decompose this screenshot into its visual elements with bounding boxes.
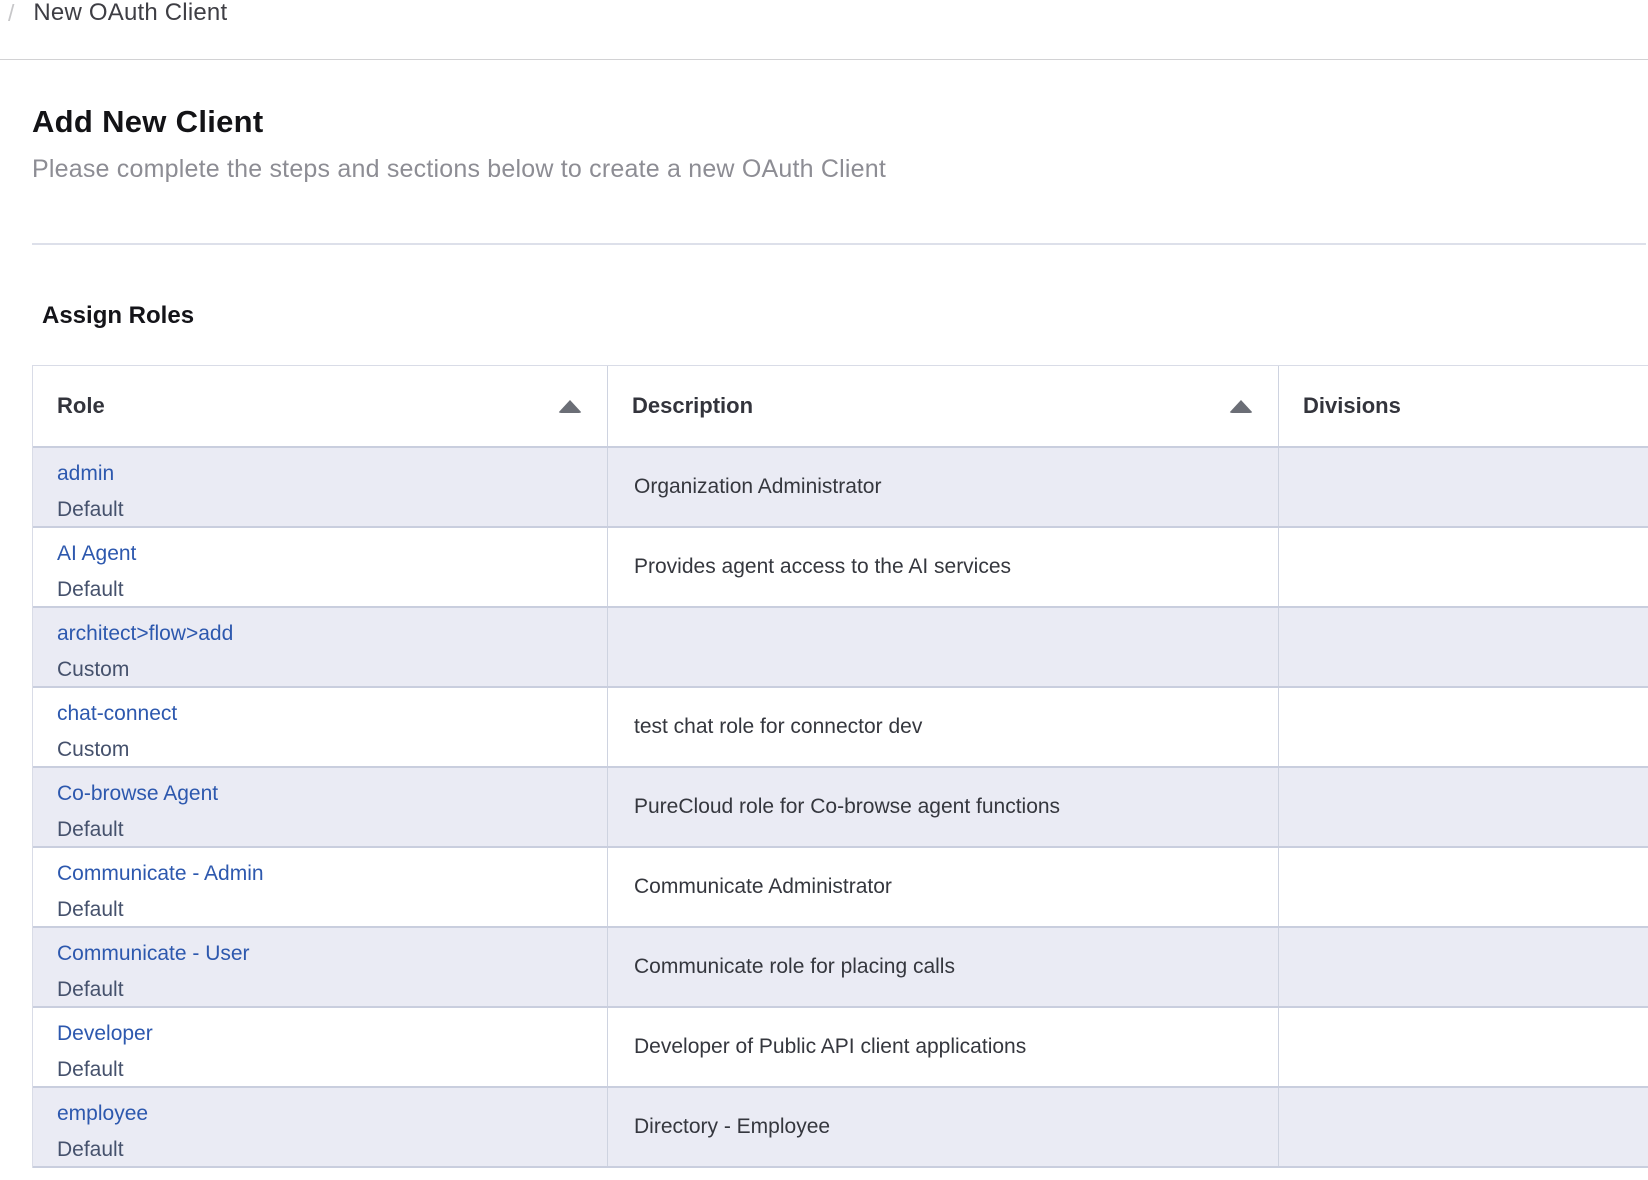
- column-header-role[interactable]: Role: [33, 366, 608, 446]
- column-header-divisions[interactable]: Divisions: [1279, 366, 1648, 446]
- role-description-cell: Organization Administrator: [608, 448, 1279, 526]
- role-table-row: Developer Default Developer of Public AP…: [33, 1008, 1648, 1088]
- role-name-link[interactable]: employee: [57, 1096, 148, 1132]
- new-oauth-client-page: / New OAuth Client Add New Client Please…: [0, 0, 1648, 1180]
- role-cell: AI Agent Default: [33, 528, 608, 606]
- assign-roles-section-title: Assign Roles: [42, 302, 194, 330]
- roles-table-header-row: Role Description Divisions: [33, 366, 1648, 448]
- role-table-row: employee Default Directory - Employee: [33, 1088, 1648, 1168]
- role-divisions-cell: [1279, 608, 1648, 686]
- role-table-row: AI Agent Default Provides agent access t…: [33, 528, 1648, 608]
- role-name-link[interactable]: Communicate - Admin: [57, 856, 264, 892]
- role-type-label: Custom: [57, 732, 583, 766]
- role-description-text: Communicate role for placing calls: [634, 955, 955, 979]
- role-cell: Communicate - Admin Default: [33, 848, 608, 926]
- role-type-label: Default: [57, 972, 583, 1006]
- role-description-text: Organization Administrator: [634, 475, 881, 499]
- role-divisions-cell: [1279, 768, 1648, 846]
- role-description-cell: Developer of Public API client applicati…: [608, 1008, 1279, 1086]
- role-table-row: Communicate - Admin Default Communicate …: [33, 848, 1648, 928]
- role-cell: chat-connect Custom: [33, 688, 608, 766]
- role-description-cell: Communicate role for placing calls: [608, 928, 1279, 1006]
- page-subtitle: Please complete the steps and sections b…: [32, 155, 886, 184]
- role-name-link[interactable]: admin: [57, 456, 114, 492]
- role-description-cell: Directory - Employee: [608, 1088, 1279, 1166]
- header-divider: [0, 59, 1648, 60]
- role-type-label: Default: [57, 492, 583, 526]
- role-description-text: Communicate Administrator: [634, 875, 892, 899]
- role-cell: Co-browse Agent Default: [33, 768, 608, 846]
- sort-ascending-triangle-icon: [1229, 400, 1253, 413]
- role-table-row: admin Default Organization Administrator: [33, 448, 1648, 528]
- role-divisions-cell: [1279, 1008, 1648, 1086]
- role-name-link[interactable]: architect>flow>add: [57, 616, 233, 652]
- role-name-link[interactable]: AI Agent: [57, 536, 136, 572]
- role-name-link[interactable]: chat-connect: [57, 696, 177, 732]
- role-description-text: PureCloud role for Co-browse agent funct…: [634, 795, 1060, 819]
- role-divisions-cell: [1279, 1088, 1648, 1166]
- role-cell: architect>flow>add Custom: [33, 608, 608, 686]
- role-table-row: chat-connect Custom test chat role for c…: [33, 688, 1648, 768]
- role-description-cell: test chat role for connector dev: [608, 688, 1279, 766]
- role-divisions-cell: [1279, 688, 1648, 766]
- role-type-label: Custom: [57, 652, 583, 686]
- role-type-label: Default: [57, 1052, 583, 1086]
- column-header-divisions-label: Divisions: [1303, 393, 1401, 419]
- role-description-text: test chat role for connector dev: [634, 715, 922, 739]
- role-type-label: Default: [57, 812, 583, 846]
- role-description-text: Developer of Public API client applicati…: [634, 1035, 1026, 1059]
- role-cell: Developer Default: [33, 1008, 608, 1086]
- role-table-row: Co-browse Agent Default PureCloud role f…: [33, 768, 1648, 848]
- role-divisions-cell: [1279, 928, 1648, 1006]
- role-description-cell: [608, 608, 1279, 686]
- breadcrumb: / New OAuth Client: [8, 0, 227, 26]
- section-divider: [32, 243, 1646, 245]
- role-name-link[interactable]: Communicate - User: [57, 936, 250, 972]
- sort-ascending-triangle-icon: [558, 400, 582, 413]
- role-cell: employee Default: [33, 1088, 608, 1166]
- breadcrumb-current-page: New OAuth Client: [33, 0, 227, 27]
- column-header-description[interactable]: Description: [608, 366, 1279, 446]
- role-description-cell: Communicate Administrator: [608, 848, 1279, 926]
- role-description-cell: PureCloud role for Co-browse agent funct…: [608, 768, 1279, 846]
- roles-table: Role Description Divisions admin Default…: [32, 365, 1648, 1168]
- role-table-row: architect>flow>add Custom: [33, 608, 1648, 688]
- role-description-cell: Provides agent access to the AI services: [608, 528, 1279, 606]
- breadcrumb-separator: /: [8, 0, 14, 27]
- column-header-role-label: Role: [57, 393, 105, 419]
- role-cell: Communicate - User Default: [33, 928, 608, 1006]
- role-cell: admin Default: [33, 448, 608, 526]
- page-title: Add New Client: [32, 104, 264, 140]
- role-name-link[interactable]: Co-browse Agent: [57, 776, 218, 812]
- role-type-label: Default: [57, 572, 583, 606]
- role-divisions-cell: [1279, 448, 1648, 526]
- role-description-text: Directory - Employee: [634, 1115, 830, 1139]
- role-type-label: Default: [57, 892, 583, 926]
- column-header-description-label: Description: [632, 393, 753, 419]
- role-divisions-cell: [1279, 848, 1648, 926]
- role-name-link[interactable]: Developer: [57, 1016, 153, 1052]
- role-table-row: Communicate - User Default Communicate r…: [33, 928, 1648, 1008]
- role-description-text: Provides agent access to the AI services: [634, 555, 1011, 579]
- role-divisions-cell: [1279, 528, 1648, 606]
- role-type-label: Default: [57, 1132, 583, 1166]
